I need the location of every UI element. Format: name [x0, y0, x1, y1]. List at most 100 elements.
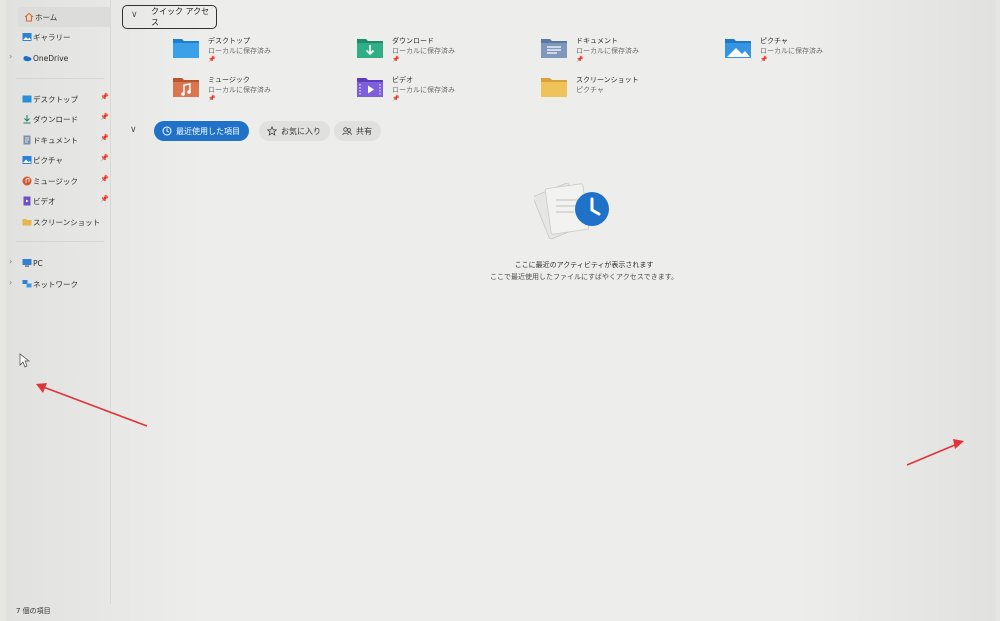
pin-icon: 📌 [208, 95, 216, 102]
item-name: ミュージック [208, 76, 250, 84]
video-folder-icon [357, 78, 383, 97]
pin-icon[interactable]: 📌 [100, 175, 109, 183]
quick-access-item-music[interactable]: ミュージック ローカルに保存済み 📌 [172, 75, 352, 109]
desktop-icon [22, 95, 32, 103]
item-name: ピクチャ [760, 37, 788, 45]
sidebar-item-documents[interactable]: ドキュメント 📌 [16, 130, 110, 150]
pc-icon [22, 259, 32, 267]
sidebar-divider [16, 241, 104, 242]
pin-icon: 📌 [392, 56, 400, 63]
sidebar-item-pictures[interactable]: ピクチャ 📌 [16, 150, 110, 170]
tab-shared[interactable]: 共有 [334, 121, 381, 141]
pin-icon[interactable]: 📌 [100, 93, 109, 101]
chevron-right-icon[interactable]: › [9, 52, 12, 61]
clock-icon [162, 126, 172, 136]
home-icon [24, 12, 34, 22]
people-icon [342, 127, 352, 136]
sidebar-item-label: ホーム [35, 12, 58, 22]
sidebar-item-label: ネットワーク [33, 279, 78, 289]
sidebar-item-network[interactable]: › ネットワーク [9, 274, 110, 294]
quick-access-item-desktop[interactable]: デスクトップ ローカルに保存済み 📌 [172, 36, 352, 70]
sidebar-item-music[interactable]: ミュージック 📌 [16, 171, 110, 191]
tab-favorites[interactable]: お気に入り [259, 121, 330, 141]
sidebar-item-screenshots[interactable]: スクリーンショット [16, 212, 110, 232]
pin-icon[interactable]: 📌 [100, 195, 109, 203]
sidebar-item-videos[interactable]: ビデオ 📌 [16, 191, 110, 211]
network-icon [22, 280, 32, 288]
tab-label: 共有 [356, 126, 372, 136]
tab-recent[interactable]: 最近使用した項目 [154, 121, 249, 141]
item-location: ローカルに保存済み [760, 47, 823, 55]
sidebar-item-label: デスクトップ [33, 94, 78, 104]
sidebar-item-label: ピクチャ [33, 155, 63, 165]
quick-access-item-videos[interactable]: ビデオ ローカルに保存済み 📌 [356, 75, 536, 109]
pictures-folder-icon [725, 39, 751, 58]
item-location: ローカルに保存済み [576, 47, 639, 55]
documents-folder-icon [541, 39, 567, 58]
quick-access-item-pictures[interactable]: ピクチャ ローカルに保存済み 📌 [724, 36, 904, 70]
quick-access-item-screenshots[interactable]: スクリーンショット ピクチャ [540, 75, 720, 109]
video-icon [23, 196, 31, 206]
quick-access-title: クイック アクセス [151, 7, 210, 27]
pictures-icon [22, 156, 32, 164]
sidebar-divider [16, 78, 104, 79]
screenshot-folder-icon [541, 78, 567, 97]
sidebar-item-label: ミュージック [33, 176, 78, 186]
navigation-pane: ホーム ギャラリー › OneDrive デスクトップ 📌 ダウンロード 📌 ド… [6, 0, 111, 604]
recent-activity-illustration [534, 182, 609, 240]
item-location: ローカルに保存済み [208, 86, 271, 94]
sidebar-item-downloads[interactable]: ダウンロード 📌 [16, 109, 110, 129]
pin-icon[interactable]: 📌 [100, 134, 109, 142]
item-name: スクリーンショット [576, 76, 639, 84]
onedrive-icon [23, 56, 32, 62]
star-icon [267, 126, 277, 136]
sidebar-item-desktop[interactable]: デスクトップ 📌 [16, 89, 110, 109]
file-explorer-window: ホーム ギャラリー › OneDrive デスクトップ 📌 ダウンロード 📌 ド… [6, 0, 996, 621]
desktop-folder-icon [173, 39, 199, 58]
item-location: ローカルに保存済み [208, 47, 271, 55]
quick-access-header[interactable]: ∨ クイック アクセス [122, 5, 217, 29]
folder-icon [22, 219, 32, 226]
chevron-right-icon[interactable]: › [9, 278, 12, 287]
recent-tabs-bar: ∨ 最近使用した項目 お気に入り 共有 [114, 121, 514, 143]
music-icon [22, 176, 32, 186]
pin-icon[interactable]: 📌 [100, 113, 109, 121]
sidebar-item-home[interactable]: ホーム [18, 7, 111, 27]
chevron-down-icon[interactable]: ∨ [130, 125, 137, 135]
download-folder-icon [357, 39, 383, 58]
quick-access-item-downloads[interactable]: ダウンロード ローカルに保存済み 📌 [356, 36, 536, 70]
document-icon [23, 135, 31, 145]
chevron-right-icon[interactable]: › [9, 257, 12, 266]
sidebar-item-label: ビデオ [33, 196, 56, 206]
sidebar-item-label: PC [33, 258, 43, 268]
sidebar-item-label: ドキュメント [33, 135, 78, 145]
item-name: デスクトップ [208, 37, 250, 45]
empty-state-subtitle: ここで最近使用したファイルにすばやくアクセスできます。 [489, 273, 679, 281]
sidebar-item-onedrive[interactable]: › OneDrive [9, 48, 110, 68]
item-location: ローカルに保存済み [392, 86, 455, 94]
sidebar-item-label: ダウンロード [33, 114, 78, 124]
chevron-down-icon[interactable]: ∨ [131, 10, 138, 20]
status-bar-item-count: 7 個の項目 [16, 607, 51, 615]
item-name: ビデオ [392, 76, 413, 84]
pin-icon: 📌 [392, 95, 400, 102]
sidebar-item-label: ギャラリー [33, 32, 71, 42]
music-folder-icon [173, 78, 199, 97]
sidebar-item-gallery[interactable]: ギャラリー [16, 27, 110, 47]
sidebar-item-label: OneDrive [33, 53, 69, 63]
pin-icon: 📌 [576, 56, 584, 63]
pin-icon: 📌 [760, 56, 768, 63]
item-location: ローカルに保存済み [392, 47, 455, 55]
item-name: ダウンロード [392, 37, 434, 45]
empty-state-title: ここに最近のアクティビティが表示されます [514, 261, 654, 269]
download-icon [23, 115, 31, 124]
pin-icon: 📌 [208, 56, 216, 63]
sidebar-item-pc[interactable]: › PC [9, 253, 110, 273]
gallery-icon [22, 33, 32, 41]
pin-icon[interactable]: 📌 [100, 154, 109, 162]
tab-label: 最近使用した項目 [176, 126, 240, 136]
item-name: ドキュメント [576, 37, 618, 45]
content-pane: ∨ クイック アクセス デスクトップ ローカルに保存済み 📌 ダウンロード ロー… [114, 0, 994, 604]
quick-access-item-documents[interactable]: ドキュメント ローカルに保存済み 📌 [540, 36, 720, 70]
tab-label: お気に入り [281, 126, 321, 136]
